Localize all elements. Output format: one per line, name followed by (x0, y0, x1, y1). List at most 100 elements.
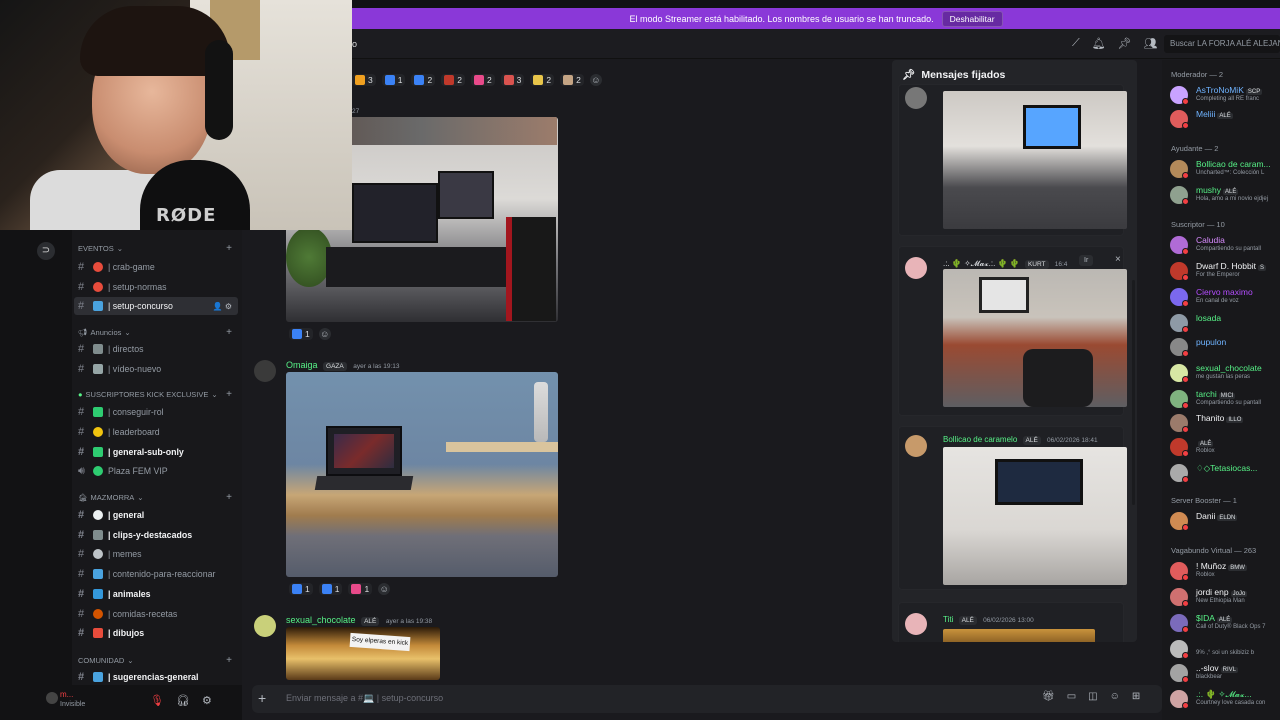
member-item[interactable]: ALÉ Roblox (1170, 436, 1280, 458)
emoji-icon[interactable]: ☺ (1110, 691, 1120, 702)
member-item[interactable]: pupulon (1170, 336, 1280, 358)
member-item[interactable]: $IDA ALÉ Call of Duty® Black Ops 7 (1170, 612, 1280, 634)
pinned-image[interactable] (943, 447, 1127, 585)
author-name[interactable]: Omaiga (286, 360, 318, 370)
channel-item[interactable]: # | sugerencias-general (74, 668, 238, 685)
channel-item[interactable]: # | vídeo-nuevo (74, 360, 238, 378)
member-item[interactable]: AsTroNoMiK SCP Completing all RE franc (1170, 84, 1280, 106)
member-item[interactable]: Dwarf D. Hobbit S For the Emperor (1170, 260, 1280, 282)
reaction-chip[interactable]: 3 (500, 74, 525, 86)
channel-item[interactable]: # | crab-game (74, 258, 238, 276)
pinned-card[interactable]: .:. 🌵 ✧𝓜𝓪𝔁.:. 🌵 🌵 KURT 16:4 Ir × (898, 246, 1127, 416)
member-item[interactable]: Ciervo maximo En canal de voz (1170, 286, 1280, 308)
mic-muted-icon[interactable]: 🎙︎ (150, 694, 164, 707)
pinned-card[interactable]: Bollicao de caramelo ALÉ 06/02/2026 18:4… (898, 426, 1127, 590)
add-reaction-icon[interactable]: ☺ (318, 328, 331, 340)
add-channel-icon[interactable]: + (226, 655, 232, 666)
channel-item[interactable]: # | general (74, 506, 238, 524)
gift-icon[interactable]: 🎁︎ (1042, 691, 1055, 702)
member-item[interactable]: Meliii ALÉ (1170, 108, 1280, 130)
category-anuncios[interactable]: 📢︎ Anuncios ⌄ + (78, 327, 236, 338)
reaction-chip[interactable]: 1 (348, 583, 373, 595)
reaction-chip[interactable]: 2 (441, 74, 465, 86)
pinned-image[interactable] (943, 91, 1127, 229)
hallway-image[interactable]: Soy elperas en kick (286, 627, 440, 680)
pinned-card[interactable]: Titi ALÉ 06/02/2026 13:00 (898, 602, 1124, 642)
apps-icon[interactable]: ⊞ (1132, 691, 1140, 702)
member-item[interactable]: Thanito ILLO (1170, 412, 1280, 434)
headphones-icon[interactable]: 🎧︎ (176, 694, 190, 707)
member-item[interactable]: Bollicao de caram... Uncharted™: Colecció… (1170, 158, 1280, 180)
members-icon[interactable]: 👥︎ (1144, 37, 1158, 50)
member-item[interactable]: Caludia Compartiendo su pantall (1170, 234, 1280, 256)
add-reaction-icon[interactable]: ☺ (378, 583, 391, 595)
channel-item[interactable]: # | directos (74, 340, 238, 358)
reaction-chip[interactable]: 1 (381, 74, 406, 86)
member-item[interactable]: ♢◇Tetasiocas... (1170, 462, 1280, 484)
sticker-icon[interactable]: ◫ (1088, 691, 1097, 702)
reaction-chip[interactable]: 1 (289, 583, 313, 595)
server-icon[interactable]: ⊃ (37, 242, 55, 260)
avatar[interactable] (254, 360, 276, 382)
pinned-image[interactable] (943, 269, 1127, 407)
member-item[interactable]: tarchi MICI Compartiendo su pantall (1170, 388, 1280, 410)
reaction-chip[interactable]: 2 (411, 74, 436, 86)
channel-item[interactable]: # | dibujos (74, 624, 238, 642)
reaction-chip[interactable]: 2 (530, 74, 555, 86)
add-channel-icon[interactable]: + (226, 389, 232, 400)
channel-item[interactable]: # | leaderboard (74, 423, 238, 441)
author-name[interactable]: sexual_chocolate (286, 615, 356, 625)
disable-streamer-button[interactable]: Deshabilitar (941, 10, 1003, 27)
search-input[interactable]: Buscar LA FORJA ALÉ ALEJAN (1164, 35, 1280, 53)
member-item[interactable]: 9% ,° soi un skibiziz b (1170, 638, 1280, 660)
member-item[interactable]: ! Muñoz BMW Roblox (1170, 560, 1280, 582)
jump-button[interactable]: Ir (1079, 255, 1094, 266)
channel-item[interactable]: # | general-sub-only (74, 443, 238, 461)
avatar[interactable] (254, 615, 276, 637)
reaction-chip[interactable]: 1 (289, 328, 313, 340)
threads-icon[interactable]: ⟋ (1072, 37, 1080, 50)
avatar[interactable] (46, 692, 58, 704)
channel-item-active[interactable]: # | setup-concurso 👤 ⚙ (74, 297, 238, 315)
reaction-chip[interactable]: 3 (352, 74, 376, 86)
voice-channel-item[interactable]: 🔊︎ Plaza FEM VIP (74, 462, 238, 480)
channel-item[interactable]: # | setup-normas (74, 278, 238, 296)
pin-icon[interactable]: 📌︎ (1118, 37, 1132, 50)
reaction-chip[interactable]: 2 (470, 74, 495, 86)
member-item[interactable]: .:. 🌵 ✧𝓜𝓪𝔁... Courtney love casada con (1170, 688, 1280, 710)
category-eventos[interactable]: EVENTOS ⌄ + (78, 243, 236, 254)
gear-icon[interactable]: ⚙ (202, 694, 212, 707)
member-name-text: ..-slov (1196, 663, 1219, 673)
add-channel-icon[interactable]: + (226, 243, 232, 254)
reaction-chip[interactable]: 2 (560, 74, 584, 86)
add-attachment-icon[interactable]: + (258, 690, 266, 706)
channel-item[interactable]: # | conseguir-rol (74, 403, 238, 421)
category-suscriptores[interactable]: ● SUSCRIPTORES KICK EXCLUSIVE ⌄ + (78, 389, 236, 400)
member-item[interactable]: sexual_chocolate me gustan las peras (1170, 362, 1280, 384)
pinned-card[interactable] (898, 84, 1127, 236)
channel-item[interactable]: # | comidas-recetas (74, 605, 238, 623)
channel-item[interactable]: # | clips-y-destacados (74, 526, 238, 544)
add-channel-icon[interactable]: + (226, 492, 232, 503)
member-item[interactable]: jordi enp JoJo New Ethiopia Man (1170, 586, 1280, 608)
pinned-scrollbar[interactable] (1132, 280, 1135, 505)
channel-item[interactable]: # | animales (74, 585, 238, 603)
member-item[interactable]: mushy ALÉ Hola, amo a mi novio ejdjej (1170, 184, 1280, 206)
setup-image-2[interactable] (286, 372, 558, 577)
channel-actions[interactable]: 👤 ⚙ (213, 302, 232, 311)
channel-item[interactable]: # | contenido-para-reaccionar (74, 565, 238, 583)
bell-icon[interactable]: 🔔︎ (1092, 37, 1106, 50)
add-channel-icon[interactable]: + (226, 327, 232, 338)
category-mazmorra[interactable]: 🏚︎ MAZMORRA ⌄ + (78, 492, 236, 503)
pinned-image[interactable] (943, 629, 1095, 642)
gif-icon[interactable]: ▭ (1067, 691, 1076, 702)
category-comunidad[interactable]: COMUNIDAD ⌄ + (78, 655, 236, 666)
member-item[interactable]: ..-slov RIVL blackbear (1170, 662, 1280, 684)
reaction-chip[interactable]: 1 (318, 583, 343, 595)
channel-item[interactable]: # | memes (74, 545, 238, 563)
member-item[interactable]: losada (1170, 312, 1280, 334)
member-item[interactable]: Danii ELDN (1170, 510, 1280, 532)
add-reaction-icon[interactable]: ☺ (589, 74, 602, 86)
message-input[interactable]: Enviar mensaje a #💻 | setup-concurso (286, 693, 443, 704)
close-icon[interactable]: × (1115, 254, 1121, 265)
